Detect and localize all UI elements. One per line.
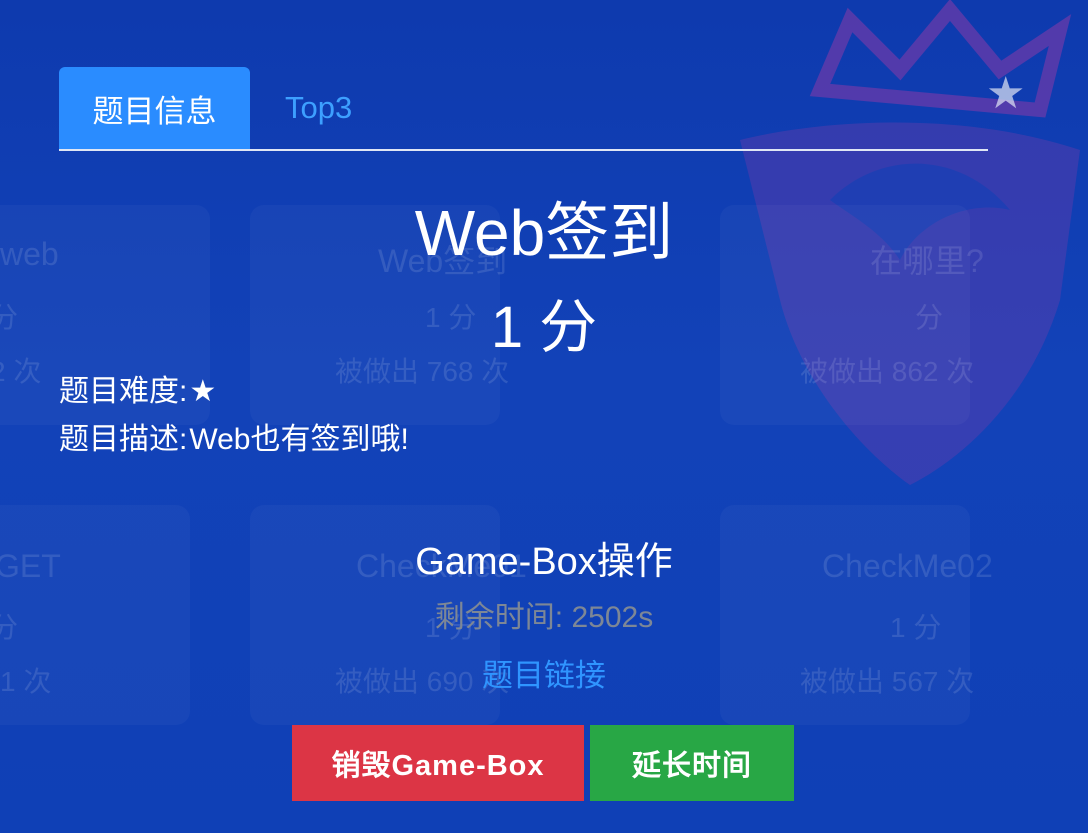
challenge-link[interactable]: 题目链接 [0,650,1088,695]
star-icon[interactable]: ★ [986,72,1025,116]
difficulty-label: 题目难度: [59,375,188,408]
challenge-title: Web签到 [414,197,674,269]
description-row: 题目描述:Web也有签到哦! [59,414,409,458]
gamebox-section-title: Game-Box操作 [415,541,673,583]
tab-top3[interactable]: Top3 [285,67,352,149]
description-label: 题目描述: [59,423,188,456]
tab-challenge-info[interactable]: 题目信息 [59,67,250,149]
destroy-gamebox-button[interactable]: 销毁Game-Box [292,725,584,801]
gamebox-time-left: 剩余时间: 2502s [434,601,654,634]
extend-time-button[interactable]: 延长时间 [590,725,794,801]
description-value: Web也有签到哦! [189,423,409,456]
difficulty-row: 题目难度:★ [59,366,216,410]
challenge-modal: 题目信息 Top3 ★ Web签到 1 分 题目难度:★ 题目描述:Web也有签… [0,0,1088,833]
difficulty-value: ★ [189,375,217,408]
challenge-points: 1 分 [490,295,598,360]
modal-tabs: 题目信息 Top3 [59,67,988,151]
